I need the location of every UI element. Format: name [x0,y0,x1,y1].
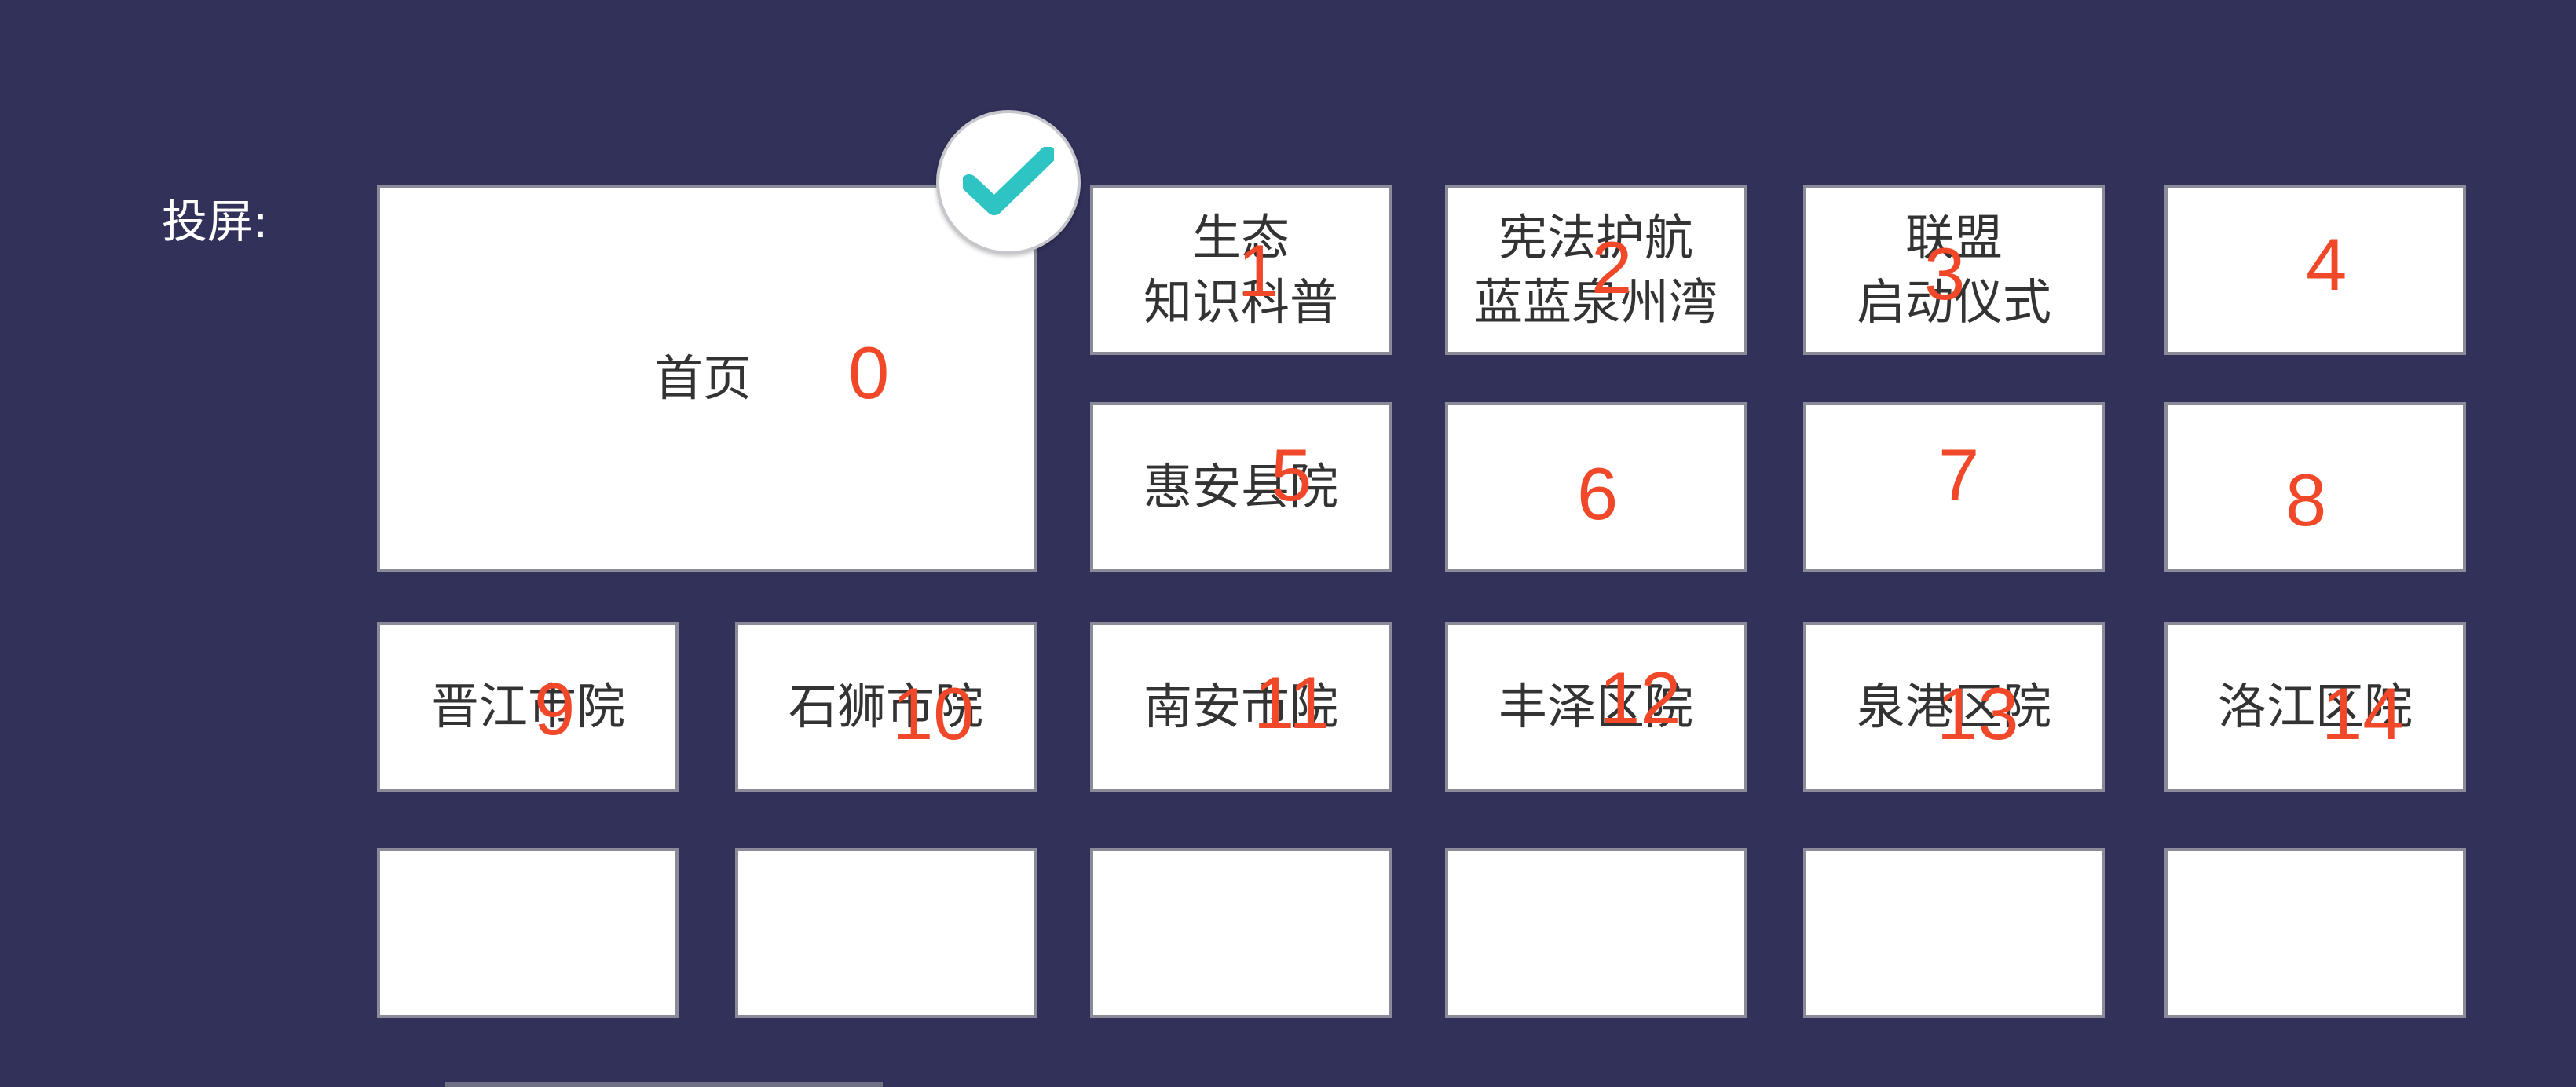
tile-empty[interactable] [1803,848,2105,1018]
tile-9[interactable]: 晋江市院 9 [377,622,679,792]
tile-number: 0 [848,331,890,414]
tile-number: 2 [1591,226,1633,309]
check-icon [963,147,1054,215]
tile-6[interactable]: 6 [1445,402,1747,572]
tile-label: 丰泽区院 [1498,678,1693,735]
tile-number: 4 [2306,223,2347,306]
tile-empty[interactable] [2164,848,2466,1018]
tile-number: 5 [1271,434,1312,516]
tile-empty[interactable] [377,848,679,1018]
tile-number: 1 [1238,229,1279,312]
screen-cast-label: 投屏: [162,195,269,248]
tile-number: 6 [1577,452,1619,535]
tile-11[interactable]: 南安市院 11 [1090,622,1392,792]
selected-badge [936,110,1081,254]
tile-number: 3 [1924,232,1966,315]
tile-4[interactable]: 4 [2164,185,2466,355]
bottom-scrollbar[interactable] [445,1082,883,1087]
tile-label: 洛江区院 [2217,678,2413,735]
tile-number: 10 [892,672,975,755]
tile-12[interactable]: 丰泽区院 12 [1445,622,1747,792]
tile-empty[interactable] [1090,848,1392,1018]
tile-number: 9 [534,668,576,750]
tile-number: 8 [2285,459,2327,541]
tile-label: 晋江市院 [430,678,625,735]
tile-label: 首页 [653,350,752,407]
tile-7[interactable]: 7 [1803,402,2105,572]
tile-label: 南安市院 [1143,678,1338,735]
tile-number: 12 [1599,657,1681,739]
tile-10[interactable]: 石狮市院 10 [735,622,1037,792]
tile-label: 惠安县院 [1143,458,1338,515]
tile-number: 11 [1253,661,1330,744]
tile-14[interactable]: 洛江区院 14 [2164,622,2466,792]
tile-number: 14 [2322,672,2404,755]
tile-empty[interactable] [735,848,1037,1018]
tile-empty[interactable] [1445,848,1747,1018]
tile-2[interactable]: 宪法护航 蓝蓝泉州湾 2 [1445,185,1747,355]
tile-8[interactable]: 8 [2164,402,2466,572]
tile-3[interactable]: 联盟 启动仪式 3 [1803,185,2105,355]
tile-number: 13 [1937,672,2019,755]
tile-number: 7 [1938,434,1980,516]
tile-label: 石狮市院 [788,678,983,735]
tile-1[interactable]: 生态 知识科普 1 [1090,185,1392,355]
tile-home[interactable]: 首页 0 [377,185,1037,572]
tile-13[interactable]: 泉港区院 13 [1803,622,2105,792]
tile-5[interactable]: 惠安县院 5 [1090,402,1392,572]
